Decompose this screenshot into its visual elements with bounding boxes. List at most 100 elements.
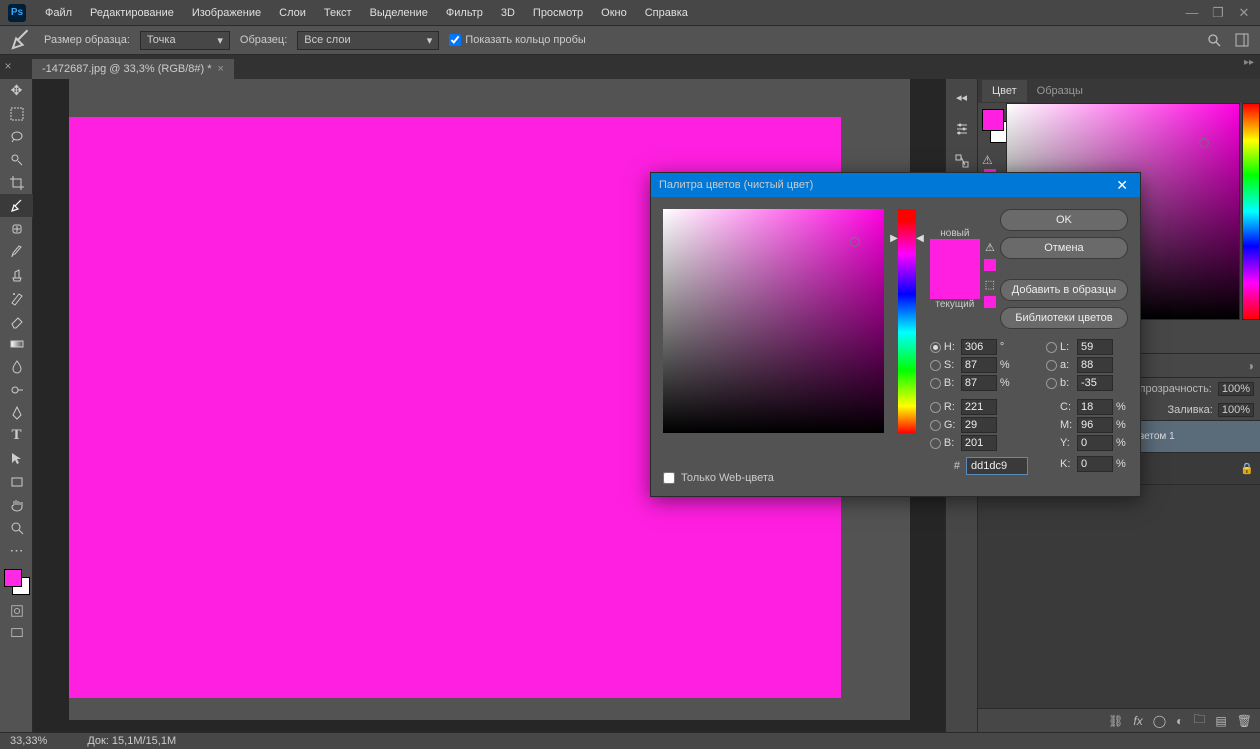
b-rgb-radio[interactable] [930,438,941,449]
workspace-switcher-icon[interactable] [1232,30,1252,50]
sample-size-select[interactable]: Точка▾ [140,31,230,50]
clone-stamp-tool[interactable] [0,263,33,286]
hex-input[interactable] [966,457,1028,475]
gamut-swatch[interactable] [984,259,996,271]
panel-foreground-swatch[interactable] [982,109,1004,131]
healing-brush-tool[interactable] [0,217,33,240]
menu-edit[interactable]: Редактирование [81,3,183,23]
move-tool[interactable]: ✥ [0,79,33,102]
h-radio[interactable] [930,342,941,353]
menu-window[interactable]: Окно [592,3,636,23]
l-radio[interactable] [1046,342,1057,353]
gradient-tool[interactable] [0,332,33,355]
current-tool-icon[interactable] [8,29,34,51]
window-restore-button[interactable]: ❐ [1206,4,1230,22]
blur-tool[interactable] [0,355,33,378]
k-input[interactable] [1077,456,1113,472]
b-hsb-input[interactable] [961,375,997,391]
zoom-status[interactable]: 33,33% [10,735,47,747]
brush-tool[interactable] [0,240,33,263]
menu-3d[interactable]: 3D [492,3,524,23]
history-brush-tool[interactable] [0,286,33,309]
path-select-tool[interactable] [0,447,33,470]
y-input[interactable] [1077,435,1113,451]
link-layers-icon[interactable]: ⛓ [1108,714,1123,728]
menu-filter[interactable]: Фильтр [437,3,492,23]
window-minimize-button[interactable]: — [1180,4,1204,22]
new-adjustment-icon[interactable]: ◐ [1176,714,1183,728]
new-group-icon[interactable]: 🗀 [1193,710,1205,731]
pen-tool[interactable] [0,401,33,424]
color-libraries-button[interactable]: Библиотеки цветов [1000,307,1128,329]
menu-image[interactable]: Изображение [183,3,270,23]
h-input[interactable] [961,339,997,355]
zoom-tool[interactable] [0,516,33,539]
m-input[interactable] [1077,417,1113,433]
menu-layer[interactable]: Слои [270,3,315,23]
websafe-warning-icon[interactable]: ⬚ [984,278,996,291]
a-input[interactable] [1077,357,1113,373]
collapse-panels-icon[interactable]: ◂◂ [950,85,974,109]
color-panel-hue-strip[interactable] [1242,103,1260,320]
r-radio[interactable] [930,402,941,413]
document-tab[interactable]: -1472687.jpg @ 33,3% (RGB/8#) *× [32,59,234,79]
sample-select[interactable]: Все слои▾ [297,31,439,50]
quick-mask-icon[interactable] [0,600,33,622]
lab-b-radio[interactable] [1046,378,1057,389]
rectangle-tool[interactable] [0,470,33,493]
add-mask-icon[interactable]: ◯ [1153,714,1166,728]
r-input[interactable] [961,399,997,415]
s-radio[interactable] [930,360,941,371]
ok-button[interactable]: OK [1000,209,1128,231]
hand-tool[interactable] [0,493,33,516]
delete-layer-icon[interactable]: 🗑 [1237,714,1252,728]
menu-type[interactable]: Текст [315,3,361,23]
b-radio[interactable] [930,378,941,389]
marquee-tool[interactable] [0,102,33,125]
fx-icon[interactable]: fx [1133,714,1142,728]
color-tab[interactable]: Цвет [982,80,1027,102]
a-radio[interactable] [1046,360,1057,371]
foreground-background-colors[interactable] [0,567,33,600]
window-close-button[interactable]: ✕ [1232,4,1256,22]
crop-tool[interactable] [0,171,33,194]
add-swatch-button[interactable]: Добавить в образцы [1000,279,1128,301]
edit-toolbar[interactable]: ⋯ [0,539,33,562]
opacity-value[interactable]: 100% [1218,382,1254,396]
eraser-tool[interactable] [0,309,33,332]
lab-b-input[interactable] [1077,375,1113,391]
dodge-tool[interactable] [0,378,33,401]
menu-help[interactable]: Справка [636,3,697,23]
c-input[interactable] [1077,399,1113,415]
quick-select-tool[interactable] [0,148,33,171]
web-only-checkbox[interactable]: Только Web-цвета [663,472,774,484]
styles-panel-icon[interactable] [950,149,974,173]
swatches-tab[interactable]: Образцы [1027,80,1093,102]
screen-mode-icon[interactable] [0,622,33,644]
menu-file[interactable]: Файл [36,3,81,23]
tab-close-icon[interactable]: × [218,63,224,75]
dialog-titlebar[interactable]: Палитра цветов (чистый цвет) ✕ [651,173,1140,197]
l-input[interactable] [1077,339,1113,355]
doc-size-status[interactable]: Док: 15,1M/15,1M [87,735,176,747]
g-radio[interactable] [930,420,941,431]
panel-expand-icon[interactable]: ▸▸ [1244,57,1254,68]
adjustments-panel-icon[interactable] [950,117,974,141]
current-color-swatch[interactable] [930,269,980,299]
gamut-warning-icon[interactable]: ⚠ [984,241,996,254]
picker-hue-slider[interactable]: ▶ ◀ [898,209,916,433]
websafe-swatch[interactable] [984,296,996,308]
lasso-tool[interactable] [0,125,33,148]
fill-value[interactable]: 100% [1218,403,1254,417]
menu-select[interactable]: Выделение [361,3,437,23]
show-sampling-ring-checkbox[interactable]: Показать кольцо пробы [449,34,586,46]
picker-color-field[interactable] [663,209,884,433]
g-input[interactable] [961,417,997,433]
menu-view[interactable]: Просмотр [524,3,592,23]
b-rgb-input[interactable] [961,435,997,451]
filter-toggle[interactable]: ◑ [1247,359,1254,373]
type-tool[interactable]: T [0,424,33,447]
s-input[interactable] [961,357,997,373]
eyedropper-tool[interactable] [0,194,33,217]
new-layer-icon[interactable]: ▤ [1215,714,1226,728]
